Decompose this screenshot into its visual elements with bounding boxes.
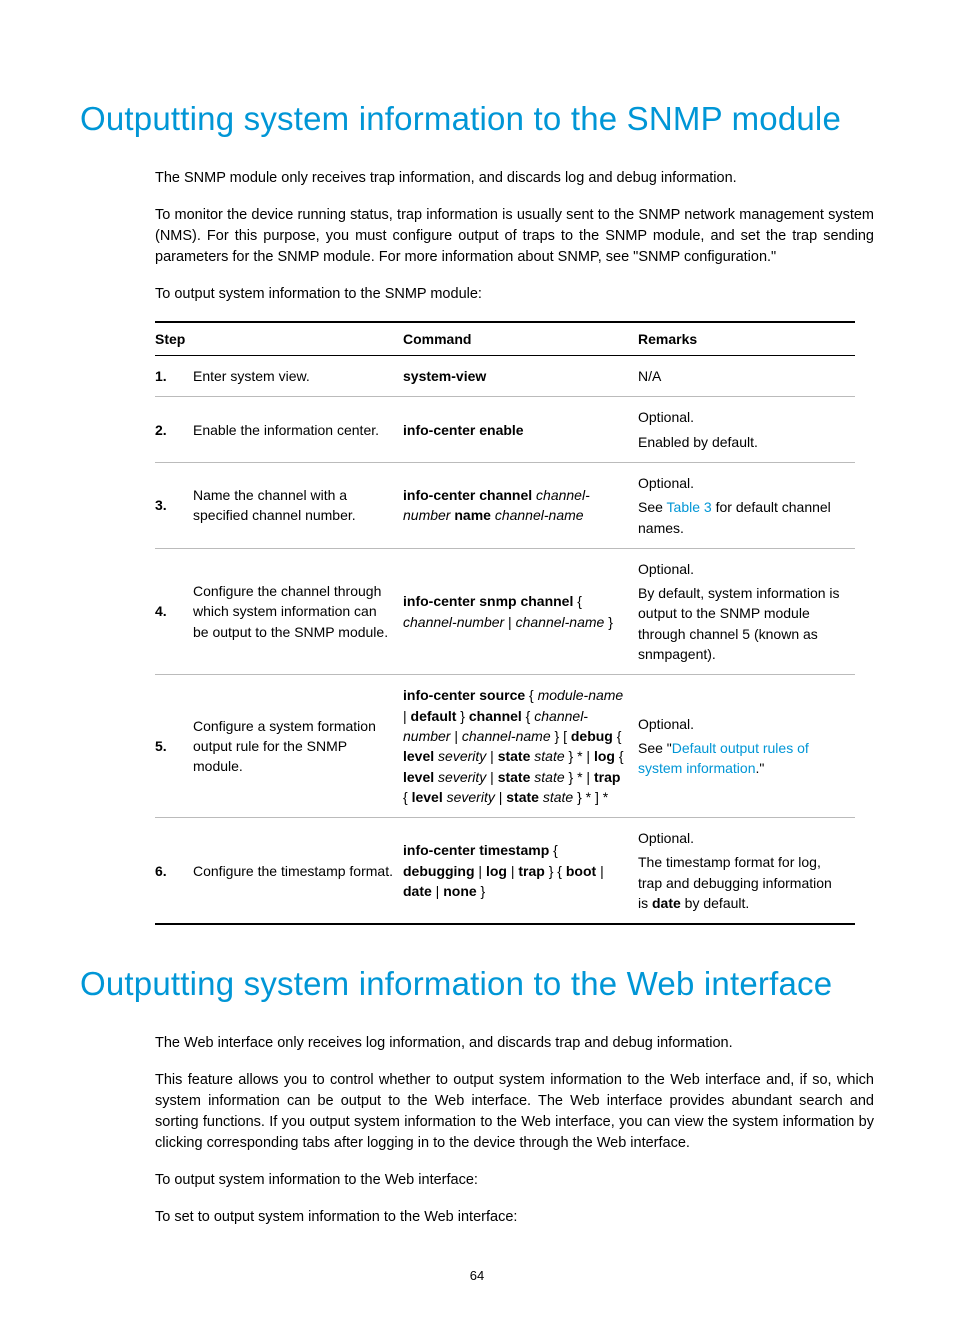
step-description: Configure the channel through which syst… <box>193 548 403 674</box>
step-description: Configure a system formation output rule… <box>193 675 403 818</box>
step-command: info-center source { module-name | defau… <box>403 675 638 818</box>
table-row: 4.Configure the channel through which sy… <box>155 548 855 674</box>
step-number: 5. <box>155 675 193 818</box>
heading-snmp: Outputting system information to the SNM… <box>80 100 874 138</box>
heading-web: Outputting system information to the Web… <box>80 965 874 1003</box>
step-command: info-center enable <box>403 397 638 463</box>
step-description: Enter system view. <box>193 356 403 397</box>
col-step: Step <box>155 322 403 356</box>
cross-reference-link[interactable]: Table 3 <box>667 499 712 515</box>
table-row: 5.Configure a system formation output ru… <box>155 675 855 818</box>
snmp-para-3: To output system information to the SNMP… <box>155 284 874 305</box>
web-para-4: To set to output system information to t… <box>155 1207 874 1228</box>
step-remarks: Optional.See Table 3 for default channel… <box>638 462 855 548</box>
step-number: 1. <box>155 356 193 397</box>
step-remarks: Optional.See "Default output rules of sy… <box>638 675 855 818</box>
step-description: Configure the timestamp format. <box>193 818 403 925</box>
col-remarks: Remarks <box>638 322 855 356</box>
table-row: 2.Enable the information center.info-cen… <box>155 397 855 463</box>
step-description: Name the channel with a specified channe… <box>193 462 403 548</box>
step-remarks: Optional.Enabled by default. <box>638 397 855 463</box>
page-number: 64 <box>80 1268 874 1283</box>
step-number: 4. <box>155 548 193 674</box>
table-row: 1.Enter system view.system-viewN/A <box>155 356 855 397</box>
snmp-para-1: The SNMP module only receives trap infor… <box>155 168 874 189</box>
col-command: Command <box>403 322 638 356</box>
step-command: info-center timestamp { debugging | log … <box>403 818 638 925</box>
web-para-1: The Web interface only receives log info… <box>155 1033 874 1054</box>
step-remarks: Optional.The timestamp format for log, t… <box>638 818 855 925</box>
step-command: system-view <box>403 356 638 397</box>
step-number: 3. <box>155 462 193 548</box>
table-row: 6.Configure the timestamp format.info-ce… <box>155 818 855 925</box>
snmp-para-2: To monitor the device running status, tr… <box>155 205 874 268</box>
snmp-steps-table: Step Command Remarks 1.Enter system view… <box>155 321 855 925</box>
step-command: info-center snmp channel { channel-numbe… <box>403 548 638 674</box>
step-number: 6. <box>155 818 193 925</box>
step-remarks: Optional.By default, system information … <box>638 548 855 674</box>
table-row: 3.Name the channel with a specified chan… <box>155 462 855 548</box>
step-command: info-center channel channel-number name … <box>403 462 638 548</box>
web-para-3: To output system information to the Web … <box>155 1170 874 1191</box>
step-remarks: N/A <box>638 356 855 397</box>
page: Outputting system information to the SNM… <box>0 0 954 1343</box>
step-description: Enable the information center. <box>193 397 403 463</box>
web-para-2: This feature allows you to control wheth… <box>155 1070 874 1154</box>
step-number: 2. <box>155 397 193 463</box>
